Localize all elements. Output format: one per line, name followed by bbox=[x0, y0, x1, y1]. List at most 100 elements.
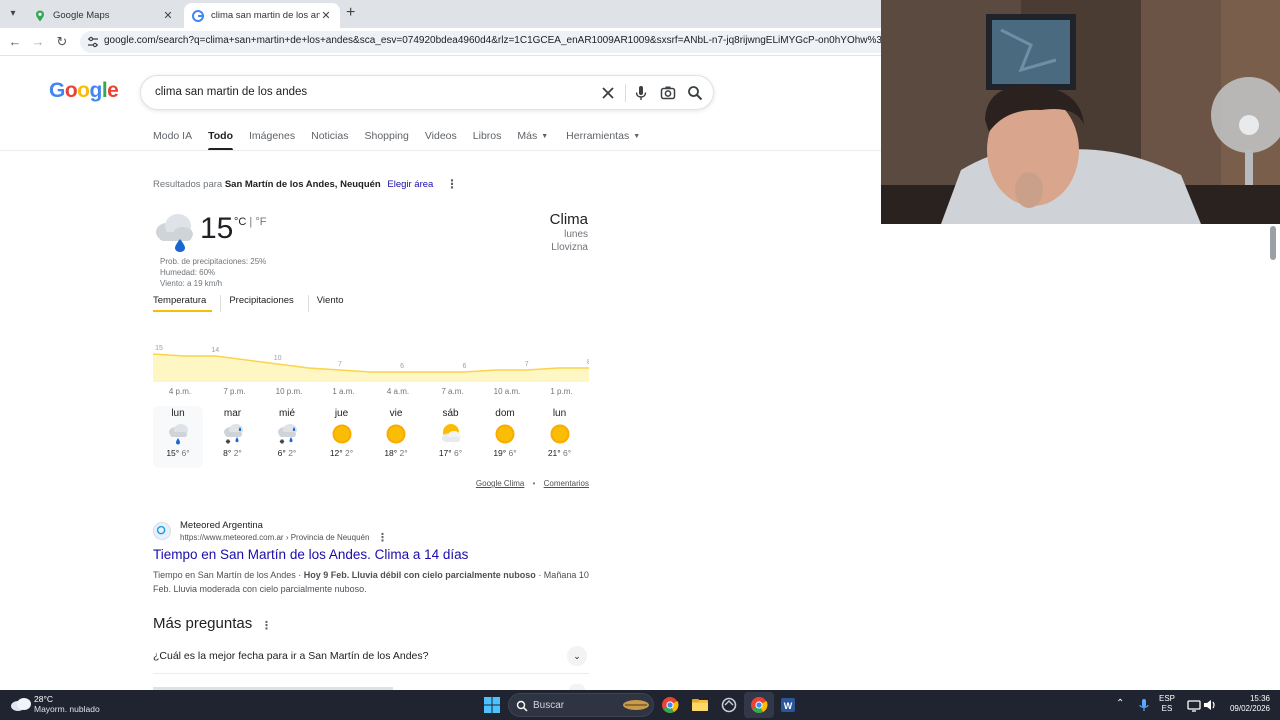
google-logo[interactable]: Google bbox=[49, 79, 119, 103]
lens-camera-icon[interactable] bbox=[659, 84, 677, 102]
results-prefix: Resultados para bbox=[153, 179, 223, 190]
language-indicator[interactable]: ESP ES bbox=[1159, 694, 1175, 714]
mas-dropdown-icon[interactable]: ▼ bbox=[541, 130, 548, 151]
weather-title: Clima bbox=[549, 211, 588, 228]
tab-herramientas[interactable]: Herramientas bbox=[566, 130, 629, 151]
tab-viento[interactable]: Viento bbox=[307, 295, 350, 312]
tab-list-chevron-icon[interactable]: ▾ bbox=[4, 5, 22, 23]
forecast-low: 6° bbox=[181, 448, 190, 458]
tab-noticias[interactable]: Noticias bbox=[311, 130, 348, 151]
question-row[interactable]: ¿Cuál es la mejor fecha para ir a San Ma… bbox=[153, 642, 589, 674]
temperature-data-label: 10 bbox=[274, 355, 282, 362]
tab-todo[interactable]: Todo bbox=[208, 130, 233, 151]
forecast-day-name: mié bbox=[278, 408, 296, 419]
question-row-partial[interactable] bbox=[153, 680, 589, 690]
forecast-day[interactable]: jue 12° 2° bbox=[317, 406, 367, 468]
site-settings-icon[interactable] bbox=[86, 35, 100, 49]
forward-arrow-icon[interactable]: → bbox=[29, 34, 47, 50]
more-options-icon[interactable]: ⋮ bbox=[446, 177, 458, 191]
forecast-day[interactable]: sáb 17° 6° bbox=[426, 406, 476, 468]
unit-celsius[interactable]: °C bbox=[234, 216, 246, 228]
sync-app-icon[interactable] bbox=[719, 695, 739, 715]
forecast-low: 6° bbox=[563, 448, 572, 458]
forecast-day[interactable]: dom 19° 6° bbox=[480, 406, 530, 468]
tab-google-search[interactable]: clima san martin de los andes - ✕ bbox=[184, 3, 340, 28]
forecast-temps: 17° 6° bbox=[426, 448, 476, 458]
hour-tick-label: 4 a.m. bbox=[386, 387, 410, 396]
search-divider bbox=[625, 84, 626, 102]
precipitation-probability: Prob. de precipitaciones: 25% bbox=[160, 257, 267, 266]
tab-precipitaciones[interactable]: Precipitaciones bbox=[220, 295, 299, 312]
tab-mas[interactable]: Más bbox=[517, 130, 537, 151]
tab-imagenes[interactable]: Imágenes bbox=[249, 130, 295, 151]
hour-tick-label: 7 a.m. bbox=[441, 387, 464, 396]
forecast-day[interactable]: lun 21° 6° bbox=[535, 406, 585, 468]
windows-taskbar: 28°C Mayorm. nublado Buscar W ⌃ ESP ES 1… bbox=[0, 690, 1280, 720]
tray-chevron-up-icon[interactable]: ⌃ bbox=[1116, 698, 1124, 709]
forecast-day[interactable]: lun 15° 6° bbox=[153, 406, 203, 468]
microphone-tray-icon[interactable] bbox=[1134, 695, 1154, 715]
choose-area-link[interactable]: Elegir área bbox=[387, 179, 433, 190]
forecast-day[interactable]: mar 8° 2° bbox=[208, 406, 258, 468]
tab-libros[interactable]: Libros bbox=[473, 130, 502, 151]
back-arrow-icon[interactable]: ← bbox=[6, 34, 24, 50]
search-icon[interactable] bbox=[686, 84, 704, 102]
taskbar-search[interactable]: Buscar bbox=[508, 693, 654, 717]
clear-search-icon[interactable] bbox=[599, 84, 617, 102]
tab-videos[interactable]: Videos bbox=[425, 130, 457, 151]
result-title-link[interactable]: Tiempo en San Martín de los Andes. Clima… bbox=[153, 547, 468, 562]
chrome-icon[interactable] bbox=[660, 695, 680, 715]
result-site-name[interactable]: Meteored Argentina bbox=[180, 520, 263, 531]
feedback-link[interactable]: Comentarios bbox=[544, 479, 589, 488]
chrome-active-icon[interactable] bbox=[749, 695, 769, 715]
taskbar-weather-widget[interactable]: 28°C Mayorm. nublado bbox=[10, 694, 100, 714]
tab-shopping[interactable]: Shopping bbox=[364, 130, 408, 151]
weather-condition: Llovizna bbox=[551, 242, 588, 253]
wind: Viento: a 19 km/h bbox=[160, 279, 223, 288]
forecast-high: 18° bbox=[384, 448, 398, 458]
reload-icon[interactable]: ↻ bbox=[53, 34, 71, 50]
snow-rain-icon bbox=[278, 424, 297, 444]
meteored-logo-icon bbox=[156, 525, 166, 535]
sun-icon bbox=[386, 424, 406, 444]
temperature-data-label: 7 bbox=[525, 361, 529, 368]
clock[interactable]: 15:36 09/02/2026 bbox=[1222, 694, 1270, 714]
weather-tabs: Temperatura Precipitaciones Viento bbox=[153, 295, 358, 312]
temperature-chart[interactable]: 15 14 10 7 6 6 7 8 bbox=[153, 336, 589, 382]
search-input[interactable]: clima san martin de los andes bbox=[155, 86, 307, 98]
close-tab-icon[interactable]: ✕ bbox=[162, 9, 174, 22]
microphone-icon[interactable] bbox=[632, 84, 650, 102]
temperature-area bbox=[153, 354, 589, 382]
tab-title: Google Maps bbox=[53, 10, 110, 21]
forecast-low: 2° bbox=[345, 448, 354, 458]
windows-start-icon[interactable] bbox=[482, 695, 502, 715]
google-clima-link[interactable]: Google Clima bbox=[476, 479, 524, 488]
webcam-person-image bbox=[881, 0, 1280, 224]
page-scrollbar[interactable] bbox=[1270, 226, 1276, 260]
tab-google-maps[interactable]: Google Maps ✕ bbox=[26, 3, 182, 28]
site-favicon[interactable] bbox=[153, 522, 171, 540]
tab-modo-ia[interactable]: Modo IA bbox=[153, 130, 192, 151]
lang-primary: ESP bbox=[1159, 694, 1176, 703]
result-more-icon[interactable]: ⋮ bbox=[377, 531, 388, 544]
search-box[interactable]: clima san martin de los andes bbox=[140, 75, 714, 110]
herramientas-dropdown-icon[interactable]: ▼ bbox=[633, 130, 640, 151]
questions-more-icon[interactable]: ⋮ bbox=[261, 619, 272, 632]
more-questions-title: Más preguntas bbox=[153, 615, 253, 632]
maps-pin-icon bbox=[36, 10, 44, 21]
temperature-data-label: 14 bbox=[211, 347, 219, 354]
unit-fahrenheit[interactable]: °F bbox=[255, 216, 266, 228]
chevron-down-icon[interactable]: ⌄ bbox=[567, 646, 587, 666]
date: 09/02/2026 bbox=[1229, 704, 1270, 713]
close-tab-icon[interactable]: ✕ bbox=[320, 9, 332, 22]
volume-icon[interactable] bbox=[1200, 695, 1220, 715]
word-icon[interactable]: W bbox=[778, 695, 798, 715]
forecast-low: 2° bbox=[233, 448, 242, 458]
file-explorer-icon[interactable] bbox=[690, 695, 710, 715]
forecast-day[interactable]: mié 6° 2° bbox=[262, 406, 312, 468]
tab-temperatura[interactable]: Temperatura bbox=[153, 295, 213, 312]
hour-tick-label: 10 a.m. bbox=[493, 387, 521, 396]
new-tab-plus-icon[interactable]: + bbox=[346, 4, 355, 22]
result-url[interactable]: https://www.meteored.com.ar › Provincia … bbox=[180, 533, 369, 542]
forecast-day[interactable]: vie 18° 2° bbox=[371, 406, 421, 468]
